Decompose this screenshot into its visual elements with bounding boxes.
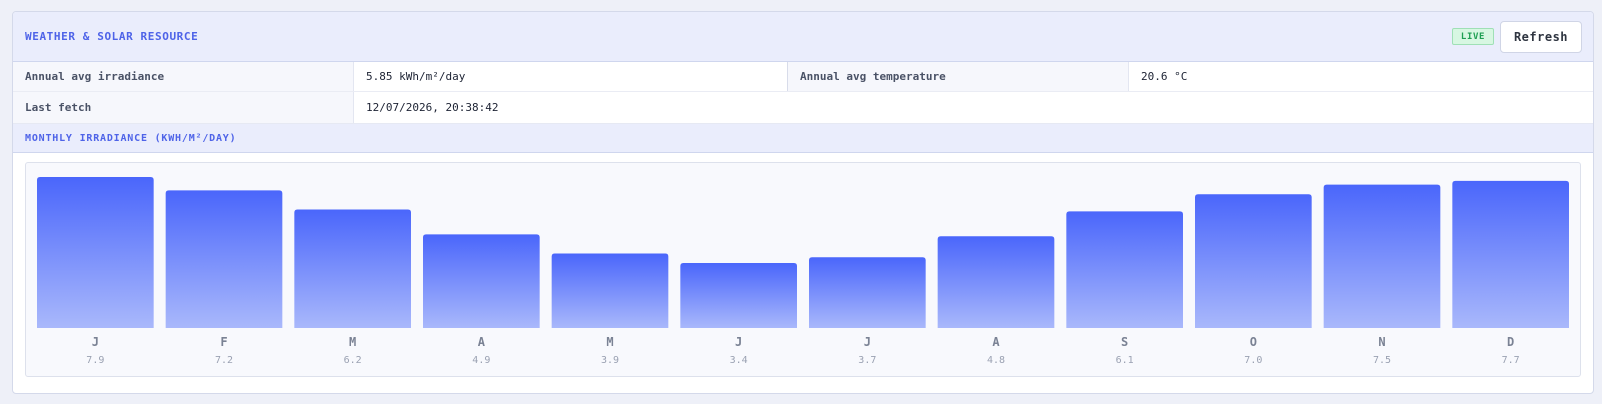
- live-status-badge: LIVE: [1451, 28, 1494, 45]
- bar-4: [423, 234, 540, 328]
- summary-row: Last fetch 12/07/2026, 20:38:42: [13, 92, 1593, 123]
- bar-value-label: 6.1: [1116, 355, 1134, 366]
- section-title: MONTHLY IRRADIANCE (KWH/M²/DAY): [25, 132, 237, 144]
- bar-2: [165, 190, 283, 328]
- x-tick-label: O: [1250, 335, 1257, 349]
- bar-6: [680, 263, 797, 328]
- chart-svg: J 7.9 F 7.2 M 6.2 A 4.9 M 3.9 J 3.4 J 3.7 A 4.8 S 6.1 O 7.0…: [37, 177, 1569, 366]
- weather-solar-panel: WEATHER & SOLAR RESOURCE LIVE Refresh An…: [12, 11, 1594, 394]
- x-tick-label: M: [349, 335, 356, 349]
- bar-value-label: 7.7: [1502, 355, 1520, 366]
- irradiance-label: Annual avg irradiance: [13, 62, 354, 91]
- x-tick-label: N: [1378, 335, 1385, 349]
- x-tick-label: A: [478, 335, 486, 349]
- bar-7: [809, 257, 926, 328]
- bar-value-label: 3.9: [601, 355, 619, 366]
- x-tick-label: J: [864, 335, 871, 349]
- bar-value-label: 7.0: [1244, 355, 1262, 366]
- bar-5: [551, 253, 669, 328]
- irradiance-value: 5.85 kWh/m²/day: [354, 62, 788, 91]
- last-fetch-value: 12/07/2026, 20:38:42: [354, 92, 1593, 123]
- panel-title: WEATHER & SOLAR RESOURCE: [25, 30, 199, 43]
- panel-header: WEATHER & SOLAR RESOURCE LIVE Refresh: [13, 12, 1593, 62]
- bar-value-label: 6.2: [344, 355, 362, 366]
- bar-value-label: 4.9: [472, 355, 490, 366]
- x-tick-label: M: [606, 335, 613, 349]
- temperature-label: Annual avg temperature: [788, 62, 1129, 91]
- bar-12: [1452, 180, 1569, 328]
- x-tick-label: J: [735, 335, 742, 349]
- bar-1: [37, 177, 154, 328]
- x-tick-label: J: [92, 335, 99, 349]
- summary-table: Annual avg irradiance 5.85 kWh/m²/day An…: [13, 62, 1593, 124]
- last-fetch-label: Last fetch: [13, 92, 354, 123]
- bar-value-label: 3.7: [858, 355, 876, 366]
- summary-row: Annual avg irradiance 5.85 kWh/m²/day An…: [13, 62, 1593, 92]
- x-tick-label: S: [1121, 335, 1128, 349]
- bar-3: [294, 209, 411, 328]
- bar-value-label: 4.8: [987, 355, 1005, 366]
- refresh-button[interactable]: Refresh: [1500, 21, 1582, 53]
- bar-value-label: 7.2: [215, 355, 233, 366]
- bar-value-label: 7.5: [1373, 355, 1391, 366]
- monthly-irradiance-chart: J 7.9 F 7.2 M 6.2 A 4.9 M 3.9 J 3.4 J 3.7 A 4.8 S 6.1 O 7.0…: [25, 162, 1581, 377]
- bar-8: [937, 236, 1055, 328]
- temperature-value: 20.6 °C: [1129, 62, 1593, 91]
- bar-value-label: 3.4: [730, 355, 748, 366]
- x-tick-label: A: [992, 335, 1000, 349]
- x-tick-label: F: [220, 335, 227, 349]
- bar-value-label: 7.9: [86, 355, 104, 366]
- bar-11: [1323, 184, 1441, 328]
- monthly-irradiance-header: MONTHLY IRRADIANCE (KWH/M²/DAY): [13, 124, 1593, 153]
- bar-10: [1195, 194, 1312, 328]
- bar-9: [1066, 211, 1183, 328]
- x-tick-label: D: [1507, 335, 1514, 349]
